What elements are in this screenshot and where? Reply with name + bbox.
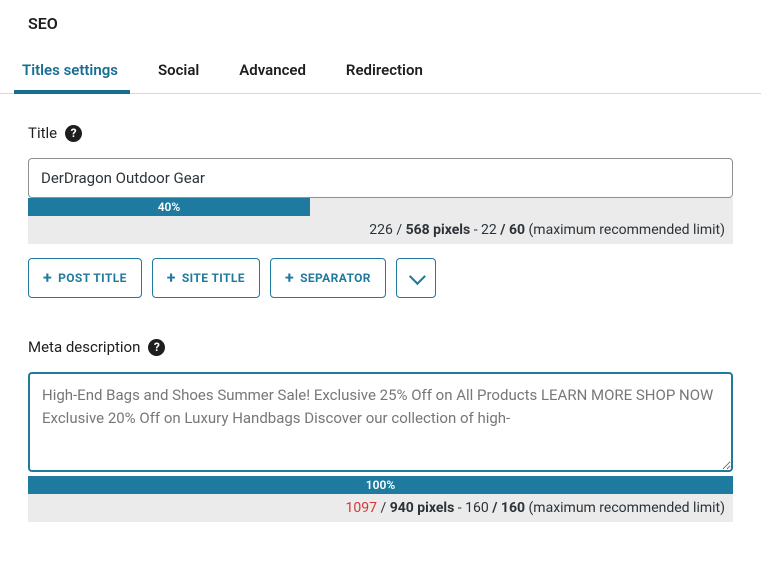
chevron-down-icon [409,268,426,285]
meta-pixels-max: 940 pixels [390,500,455,516]
meta-label: Meta description ? [28,338,733,356]
title-input[interactable] [28,158,733,198]
dash: - [474,222,481,238]
meta-limit-suffix: (maximum recommended limit) [529,500,725,516]
plus-icon: + [285,270,294,286]
title-limit-line: 226 / 568 pixels - 22 / 60 (maximum reco… [28,216,733,244]
title-label: Title ? [28,124,733,142]
token-separator-label: SEPARATOR [300,271,371,285]
token-row: + POST TITLE + SITE TITLE + SEPARATOR [28,258,733,298]
title-label-text: Title [28,124,57,142]
title-progress-bar: 40% [28,198,310,216]
title-limit-suffix: (maximum recommended limit) [529,222,725,238]
token-post-title[interactable]: + POST TITLE [28,258,142,298]
meta-progress: 100% [28,476,733,494]
help-icon[interactable]: ? [65,125,82,142]
tabs: Titles settings Social Advanced Redirect… [0,51,761,94]
sep2: / [492,500,501,516]
title-progress: 40% [28,198,733,216]
title-pixels-max: 568 pixels [406,222,471,238]
tab-advanced[interactable]: Advanced [237,51,308,93]
meta-chars-max: 160 [501,500,525,516]
plus-icon: + [167,270,176,286]
meta-progress-bar: 100% [29,476,732,493]
token-post-title-label: POST TITLE [58,271,127,285]
title-chars-used: 22 [481,222,497,238]
meta-section: Meta description ? 100% 1097 / 940 pixel… [0,298,761,522]
token-separator[interactable]: + SEPARATOR [270,258,386,298]
plus-icon: + [43,270,52,286]
sep2: / [500,222,509,238]
meta-limit-line: 1097 / 940 pixels - 160 / 160 (maximum r… [28,494,733,522]
help-icon[interactable]: ? [148,339,165,356]
title-section: Title ? 40% 226 / 568 pixels - 22 / 60 (… [0,94,761,298]
sep: / [380,500,389,516]
token-more-button[interactable] [396,258,436,298]
token-site-title-label: SITE TITLE [182,271,245,285]
meta-chars-used: 160 [465,500,489,516]
page-title: SEO [0,0,761,51]
title-pixels-used: 226 [369,222,393,238]
meta-pixels-used: 1097 [345,500,376,516]
sep: / [396,222,405,238]
title-chars-max: 60 [509,222,525,238]
tab-titles-settings[interactable]: Titles settings [20,51,120,93]
tab-redirection[interactable]: Redirection [344,51,425,93]
token-site-title[interactable]: + SITE TITLE [152,258,260,298]
meta-label-text: Meta description [28,338,140,356]
tab-social[interactable]: Social [156,51,201,93]
meta-description-input[interactable] [28,372,733,472]
